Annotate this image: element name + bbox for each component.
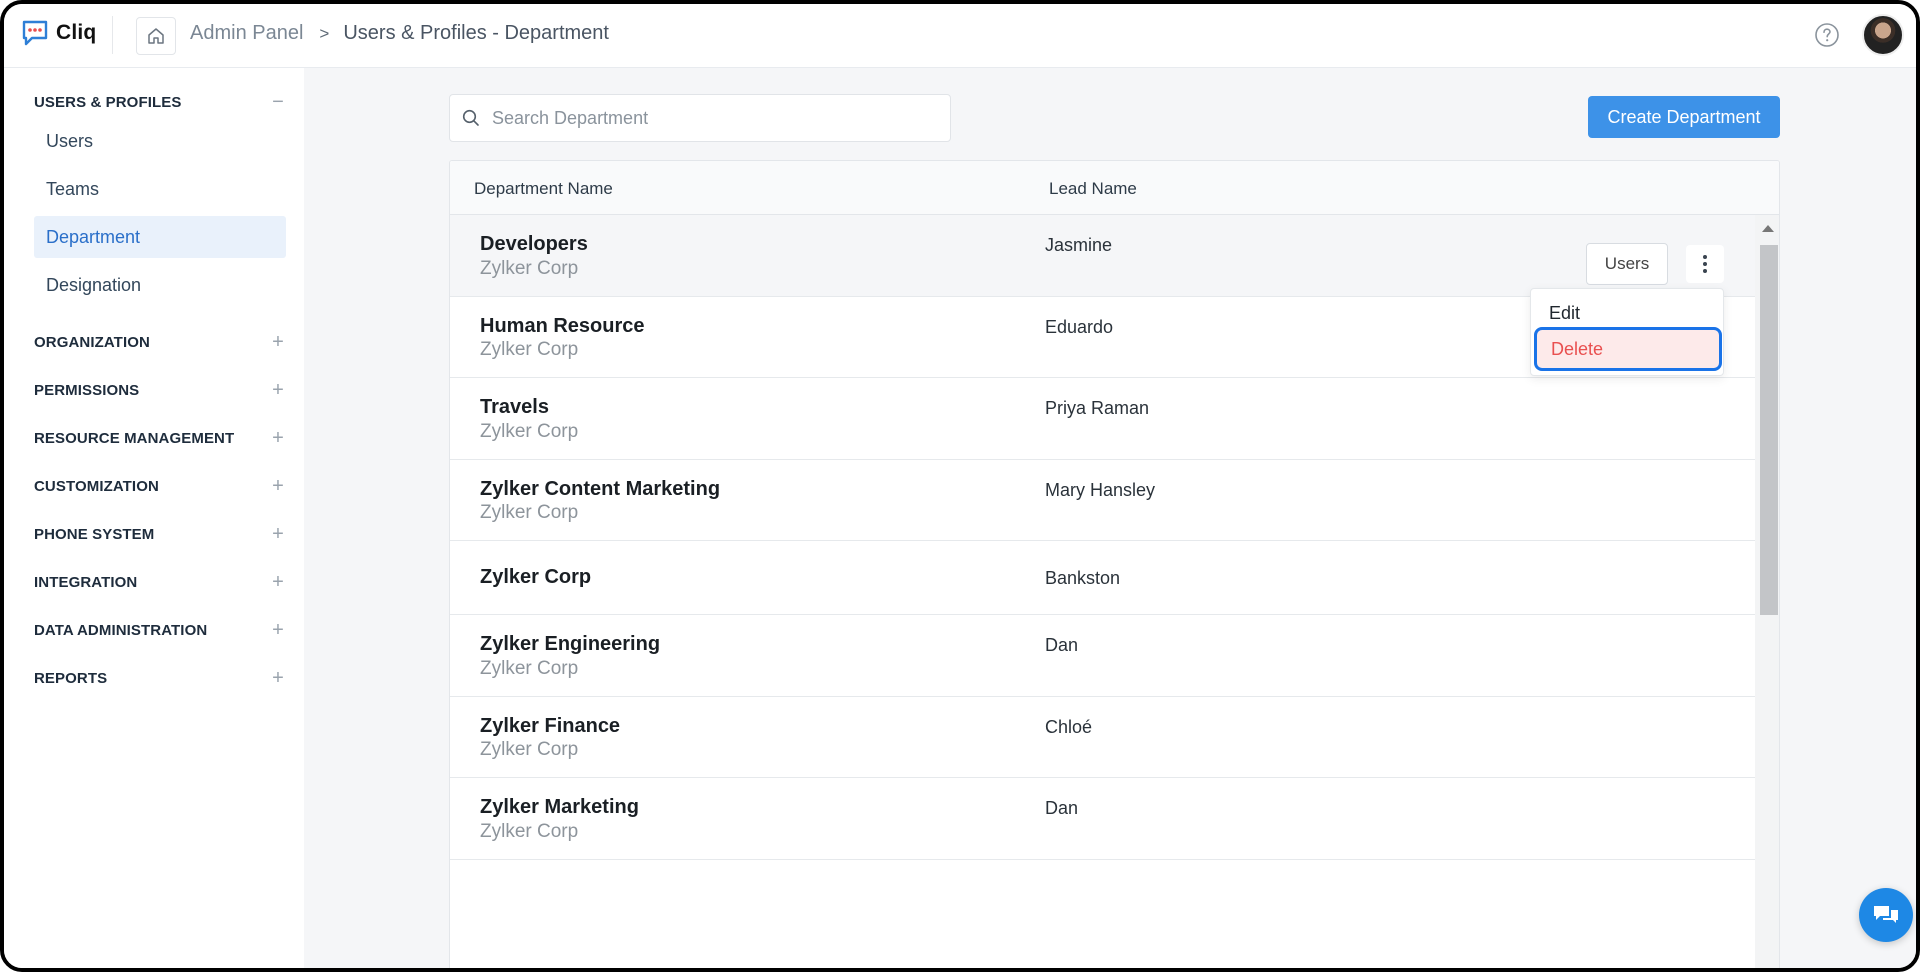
sidebar-section-permissions[interactable]: PERMISSIONS + xyxy=(34,378,286,402)
expand-icon: + xyxy=(272,618,284,641)
section-label: RESOURCE MANAGEMENT xyxy=(34,429,235,447)
lead-name: Dan xyxy=(1045,635,1079,655)
menu-item-edit[interactable]: Edit xyxy=(1549,303,1580,324)
vertical-scrollbar[interactable] xyxy=(1755,215,1779,968)
section-label: INTEGRATION xyxy=(34,573,138,591)
sidebar-section-data-administration[interactable]: DATA ADMINISTRATION + xyxy=(34,618,286,642)
home-icon xyxy=(148,28,164,44)
section-label: ORGANIZATION xyxy=(34,333,150,351)
breadcrumb-separator: > xyxy=(319,23,330,43)
expand-icon: + xyxy=(272,570,284,593)
table-row[interactable]: Travels Zylker Corp Priya Raman xyxy=(450,378,1755,460)
section-label: REPORTS xyxy=(34,669,108,687)
department-name: Zylker Marketing xyxy=(480,796,639,818)
top-header: Cliq Admin Panel > Users & Profiles - De… xyxy=(4,4,1916,68)
table-row[interactable]: Zylker Finance Zylker Corp Chloé xyxy=(450,697,1755,778)
sidebar-section-reports[interactable]: REPORTS + xyxy=(34,666,286,690)
chat-logo-icon xyxy=(22,20,48,46)
lead-name: Mary Hansley xyxy=(1045,480,1156,500)
row-context-menu: Edit Delete xyxy=(1530,288,1724,376)
header-divider xyxy=(112,16,113,54)
section-label: PHONE SYSTEM xyxy=(34,525,155,543)
menu-item-delete[interactable]: Delete xyxy=(1534,327,1722,371)
column-header-lead-name: Lead Name xyxy=(1049,179,1137,198)
app-window: Cliq Admin Panel > Users & Profiles - De… xyxy=(0,0,1920,972)
section-label: CUSTOMIZATION xyxy=(34,477,159,495)
department-name: Human Resource xyxy=(480,315,645,337)
sidebar-item-department[interactable]: Department xyxy=(34,216,286,258)
department-name: Developers xyxy=(480,233,588,255)
table-row[interactable]: Zylker Corp Bankston xyxy=(450,541,1755,615)
table-row[interactable]: Zylker Marketing Zylker Corp Dan xyxy=(450,778,1755,860)
search-input[interactable] xyxy=(492,107,932,129)
more-options-button[interactable] xyxy=(1686,245,1724,283)
department-name: Zylker Finance xyxy=(480,715,621,737)
table-header: Department Name Lead Name xyxy=(450,161,1779,215)
more-vertical-icon xyxy=(1703,255,1707,273)
lead-name: Jasmine xyxy=(1045,235,1113,255)
collapse-icon: − xyxy=(272,90,284,113)
chat-support-button[interactable] xyxy=(1859,888,1913,942)
user-avatar[interactable] xyxy=(1862,14,1904,56)
home-button[interactable] xyxy=(136,17,176,55)
lead-name: Priya Raman xyxy=(1045,398,1150,418)
expand-icon: + xyxy=(272,474,284,497)
department-org: Zylker Corp xyxy=(480,821,579,842)
search-icon xyxy=(462,109,479,126)
sidebar-section-integration[interactable]: INTEGRATION + xyxy=(34,570,286,594)
chat-bubbles-icon xyxy=(1874,906,1898,923)
sidebar-section-customization[interactable]: CUSTOMIZATION + xyxy=(34,474,286,498)
create-department-button[interactable]: Create Department xyxy=(1588,96,1780,138)
expand-icon: + xyxy=(272,426,284,449)
column-header-department-name: Department Name xyxy=(474,179,613,198)
department-name: Travels xyxy=(480,396,549,418)
department-org: Zylker Corp xyxy=(480,502,579,523)
lead-name: Dan xyxy=(1045,798,1079,818)
lead-name: Eduardo xyxy=(1045,317,1114,337)
sidebar-section-organization[interactable]: ORGANIZATION + xyxy=(34,330,286,354)
lead-name: Chloé xyxy=(1045,717,1093,737)
breadcrumb-admin-panel[interactable]: Admin Panel xyxy=(190,22,303,45)
scroll-up-arrow-icon[interactable] xyxy=(1762,225,1774,232)
department-org: Zylker Corp xyxy=(480,258,579,279)
breadcrumb: Admin Panel > Users & Profiles - Departm… xyxy=(190,22,609,45)
sidebar-section-users-profiles[interactable]: USERS & PROFILES − xyxy=(34,90,286,114)
expand-icon: + xyxy=(272,666,284,689)
main-content: Create Department Department Name Lead N… xyxy=(304,68,1916,968)
breadcrumb-current: Users & Profiles - Department xyxy=(343,22,609,44)
department-org: Zylker Corp xyxy=(480,739,579,760)
app-name: Cliq xyxy=(56,21,97,44)
sidebar-item-designation[interactable]: Designation xyxy=(34,264,286,306)
expand-icon: + xyxy=(272,522,284,545)
sidebar-item-teams[interactable]: Teams xyxy=(34,168,286,210)
section-label: DATA ADMINISTRATION xyxy=(34,621,208,639)
department-name: Zylker Engineering xyxy=(480,633,661,655)
department-org: Zylker Corp xyxy=(480,339,579,360)
department-org: Zylker Corp xyxy=(480,421,579,442)
users-button[interactable]: Users xyxy=(1586,243,1668,285)
department-table: Department Name Lead Name Developers Zyl… xyxy=(449,160,1780,968)
search-box[interactable] xyxy=(449,94,951,142)
cliq-logo[interactable]: Cliq xyxy=(20,18,96,48)
table-row[interactable]: Developers Zylker Corp Jasmine Users xyxy=(450,215,1755,297)
department-name: Zylker Corp xyxy=(480,566,592,588)
table-row[interactable]: Zylker Content Marketing Zylker Corp Mar… xyxy=(450,460,1755,541)
sidebar-section-phone-system[interactable]: PHONE SYSTEM + xyxy=(34,522,286,546)
section-label: USERS & PROFILES xyxy=(34,93,182,111)
section-label: PERMISSIONS xyxy=(34,381,140,399)
sidebar-item-users[interactable]: Users xyxy=(34,120,286,162)
help-icon[interactable] xyxy=(1814,22,1840,48)
table-row[interactable]: Zylker Engineering Zylker Corp Dan xyxy=(450,615,1755,697)
department-name: Zylker Content Marketing xyxy=(480,478,721,500)
expand-icon: + xyxy=(272,330,284,353)
sidebar: USERS & PROFILES − Users Teams Departmen… xyxy=(4,68,304,968)
scrollbar-thumb[interactable] xyxy=(1760,245,1778,615)
expand-icon: + xyxy=(272,378,284,401)
sidebar-section-resource-management[interactable]: RESOURCE MANAGEMENT + xyxy=(34,426,286,450)
department-org: Zylker Corp xyxy=(480,658,579,679)
lead-name: Bankston xyxy=(1045,568,1121,588)
